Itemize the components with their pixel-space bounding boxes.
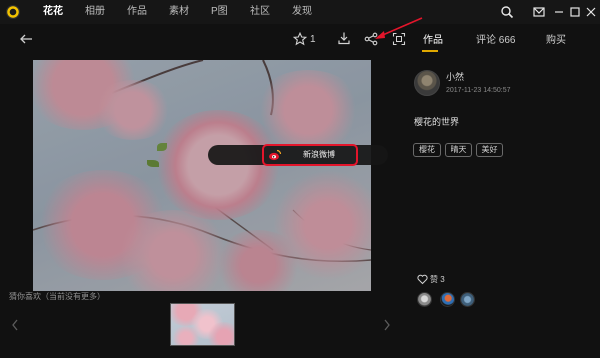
tag-item[interactable]: 美好: [476, 143, 503, 157]
weibo-share-label: 新浪微博: [303, 150, 335, 159]
top-nav-bar: 花花 相册 作品 素材 P图 社区 发现: [0, 0, 600, 24]
post-timestamp: 2017-11-23 14:50:57: [446, 87, 511, 94]
liker-avatar[interactable]: [460, 292, 475, 307]
nav-item-works[interactable]: 作品: [127, 6, 147, 18]
nav-item-discover[interactable]: 发现: [292, 6, 312, 18]
recommendations-label: 猜你喜欢（当前没有更多）: [9, 292, 105, 301]
mail-icon[interactable]: [532, 5, 546, 19]
minimize-icon[interactable]: [552, 5, 566, 19]
author-avatar[interactable]: [414, 70, 440, 96]
liker-avatar[interactable]: [440, 292, 455, 307]
download-icon[interactable]: [337, 31, 351, 45]
author-name[interactable]: 小然: [446, 72, 464, 83]
active-tab-indicator: [422, 50, 438, 52]
liker-avatar[interactable]: [417, 292, 432, 307]
nav-item-materials[interactable]: 素材: [169, 6, 189, 18]
tag-item[interactable]: 晴天: [445, 143, 472, 157]
nav-item-album[interactable]: 相册: [85, 6, 105, 18]
weibo-icon: [268, 148, 282, 162]
back-arrow-icon[interactable]: [18, 31, 34, 47]
nav-item-community[interactable]: 社区: [250, 6, 270, 18]
chevron-right-icon[interactable]: [382, 318, 392, 332]
app-logo[interactable]: [6, 5, 20, 19]
post-description: 樱花的世界: [414, 117, 460, 127]
fullscreen-icon[interactable]: [392, 32, 406, 46]
favorite-count: 1: [310, 34, 316, 45]
tab-buy[interactable]: 购买: [546, 35, 566, 47]
share-icon[interactable]: [364, 32, 378, 46]
recommendation-thumbnail[interactable]: [170, 303, 235, 346]
main-photo[interactable]: [33, 60, 371, 291]
photo-overlay: [33, 60, 371, 291]
heart-icon[interactable]: [417, 274, 428, 285]
star-icon[interactable]: [292, 31, 308, 46]
chevron-left-icon[interactable]: [10, 318, 20, 332]
tab-comments[interactable]: 评论 666: [476, 35, 515, 47]
tab-works[interactable]: 作品: [423, 35, 443, 47]
maximize-icon[interactable]: [568, 5, 582, 19]
nav-item-huahua[interactable]: 花花: [43, 6, 63, 18]
nav-item-p-tu[interactable]: P图: [211, 6, 228, 18]
tag-item[interactable]: 樱花: [413, 143, 441, 157]
close-icon[interactable]: [584, 5, 598, 19]
like-count: 赞 3: [430, 275, 445, 284]
search-icon[interactable]: [500, 5, 514, 19]
